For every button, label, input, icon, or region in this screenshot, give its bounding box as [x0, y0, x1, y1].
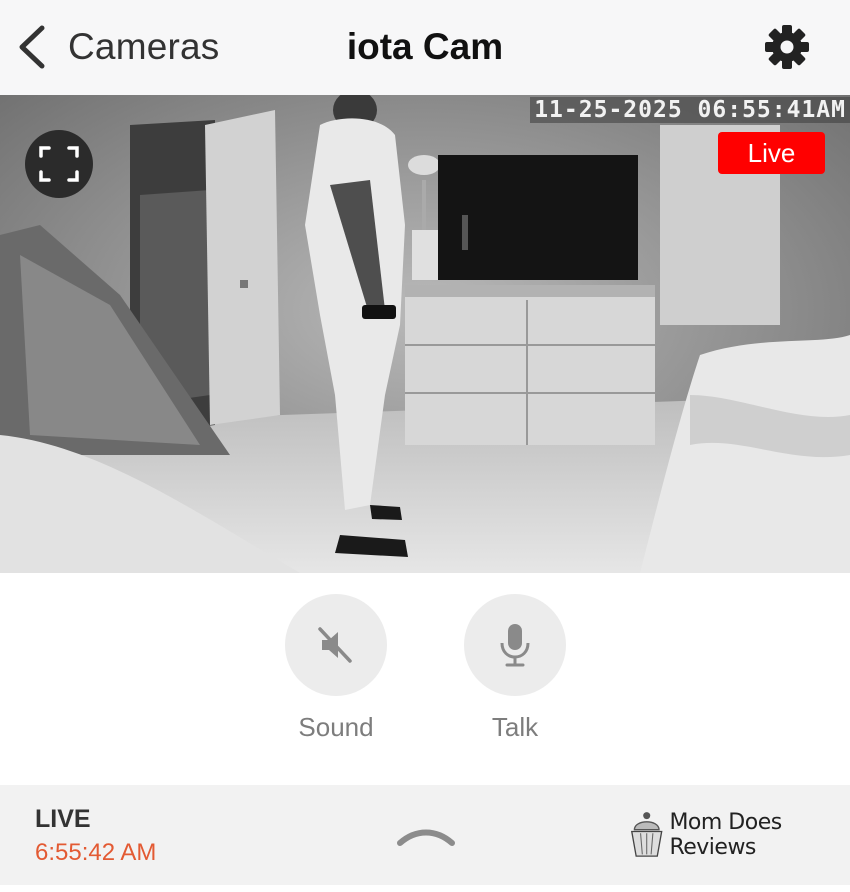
talk-label: Talk — [491, 712, 539, 742]
talk-button[interactable]: Talk — [463, 594, 567, 743]
sound-circle — [285, 594, 387, 696]
feed-timestamp: 11-25-2025 06:55:41AM — [530, 97, 850, 123]
live-status-label: LIVE — [35, 805, 91, 833]
fullscreen-button[interactable] — [25, 130, 93, 198]
live-time: 6:55:42 AM — [35, 839, 157, 866]
live-badge: Live — [718, 132, 825, 174]
gear-icon — [765, 25, 809, 69]
sound-button[interactable]: Sound — [284, 594, 388, 743]
cupcake-logo — [630, 812, 663, 857]
page-title: iota Cam — [346, 26, 504, 67]
settings-button[interactable] — [764, 24, 810, 70]
microphone-icon — [500, 624, 530, 667]
watermark-text: Mom Does Reviews — [669, 810, 782, 860]
speaker-muted-icon — [318, 627, 352, 663]
bottom-bar: LIVE 6:55:42 AM Mom Does Reviews — [0, 785, 850, 885]
controls-panel: Sound Talk — [0, 573, 850, 785]
fullscreen-icon — [39, 146, 79, 182]
talk-circle — [464, 594, 566, 696]
top-bar: Cameras iota Cam — [0, 0, 850, 95]
camera-feed[interactable]: 11-25-2025 06:55:41AM Live — [0, 95, 850, 573]
watermark: Mom Does Reviews — [630, 805, 850, 865]
sound-label: Sound — [298, 712, 374, 742]
chevron-up-icon[interactable] — [396, 825, 456, 847]
bottom-strip — [0, 885, 850, 892]
